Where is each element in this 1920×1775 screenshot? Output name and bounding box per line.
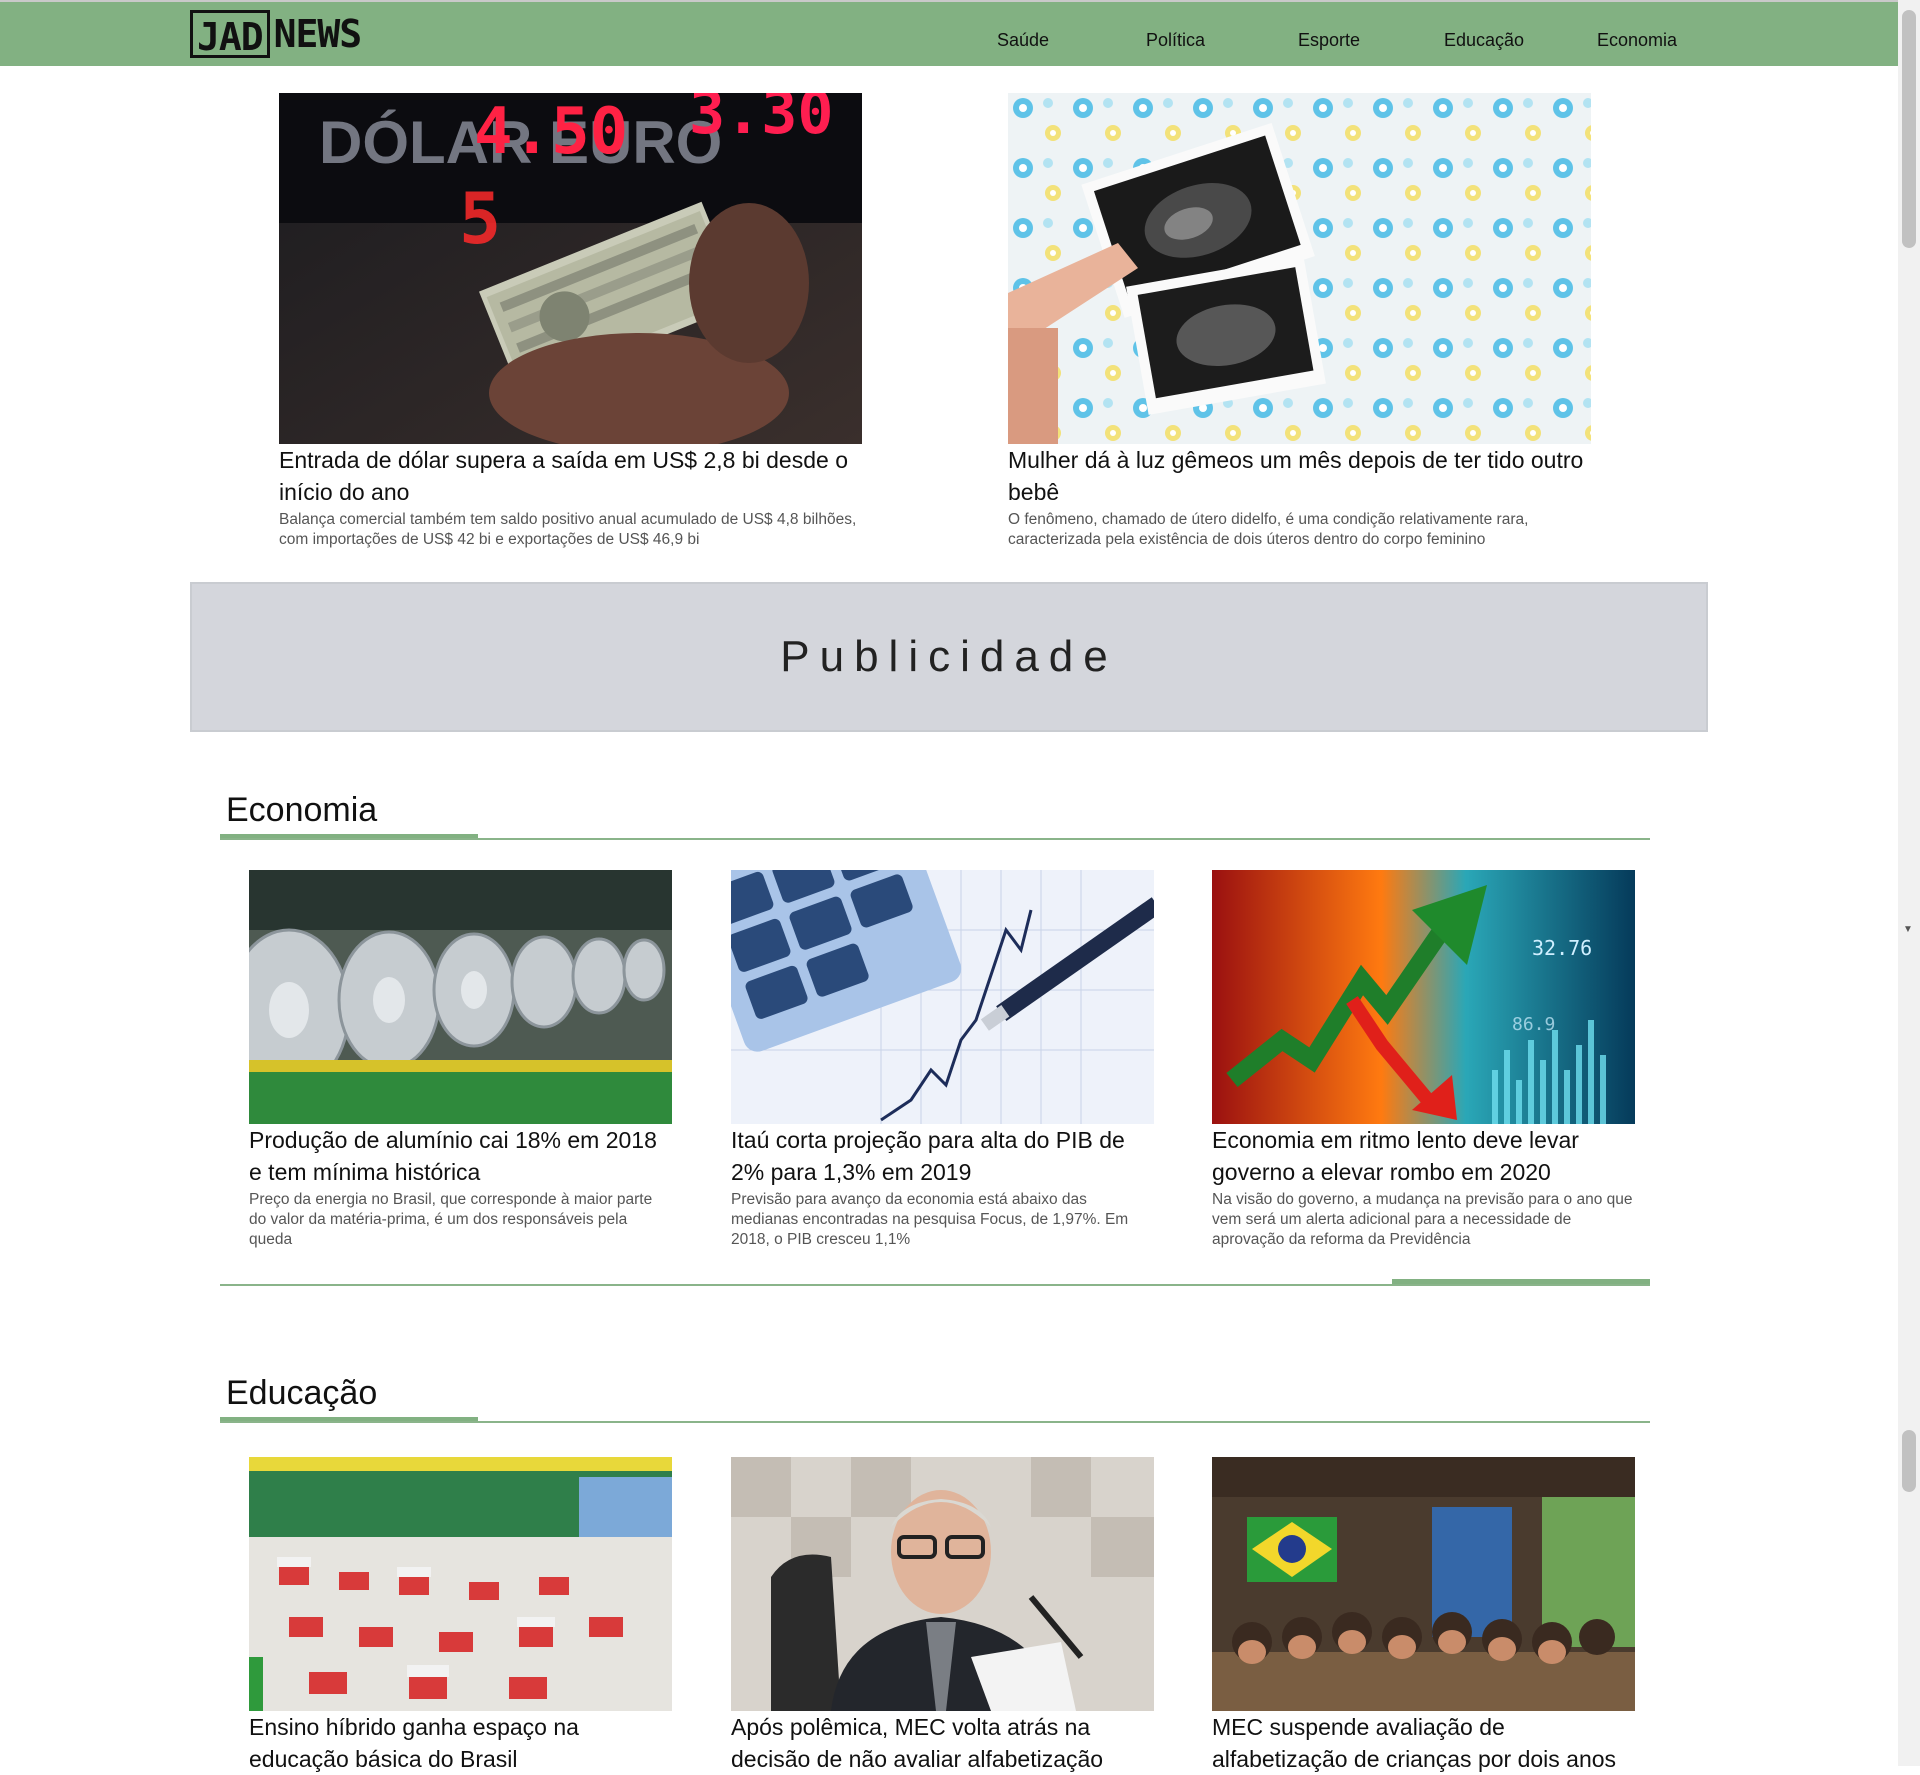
hero-article-dollar[interactable]: DÓLAR EURO 4.50 3.30 5 Entrada de dólar … (279, 93, 862, 550)
section-rule (220, 1421, 1650, 1423)
article-image-aluminium[interactable] (249, 870, 672, 1124)
hero-description: O fenômeno, chamado de útero didelfo, é … (1008, 511, 1529, 548)
hero-description: Balança comercial também tem saldo posit… (279, 511, 857, 548)
classroom-photo (249, 1457, 672, 1711)
stock-chart-photo: 32.76 86.9 (1212, 870, 1635, 1124)
section-heading-economia[interactable]: Economia (226, 791, 377, 830)
section-heading-educacao[interactable]: Educação (226, 1374, 377, 1413)
article-image-stock-chart[interactable]: 32.76 86.9 (1212, 870, 1635, 1124)
article-description: Preço da energia no Brasil, que correspo… (249, 1191, 653, 1248)
ad-label: Publicidade (780, 632, 1118, 681)
article-card[interactable]: Ensino híbrido ganha espaço na educação … (249, 1457, 672, 1775)
section-rule (220, 838, 1650, 840)
article-title[interactable]: Economia em ritmo lento deve levar gover… (1212, 1124, 1635, 1188)
svg-text:86.9: 86.9 (1512, 1014, 1555, 1035)
hero-image-ultrasound[interactable] (1008, 93, 1591, 444)
hero-title[interactable]: Entrada de dólar supera a saída em US$ 2… (279, 444, 862, 508)
nav-link-politica[interactable]: Política (1146, 2, 1205, 68)
minister-photo (731, 1457, 1154, 1711)
advertisement-banner[interactable]: Publicidade (190, 582, 1708, 732)
hero-article-twins[interactable]: Mulher dá à luz gêmeos um mês depois de … (1008, 93, 1591, 550)
svg-text:32.76: 32.76 (1532, 936, 1592, 960)
ultrasound-photo (1008, 93, 1591, 444)
article-title[interactable]: Produção de alumínio cai 18% em 2018 e t… (249, 1124, 672, 1188)
article-description: Previsão para avanço da economia está ab… (731, 1191, 1129, 1248)
dollar-photo: DÓLAR EURO 4.50 3.30 5 (279, 93, 862, 444)
nav-link-economia[interactable]: Economia (1597, 2, 1677, 68)
article-card[interactable]: MEC suspende avaliação de alfabetização … (1212, 1457, 1635, 1775)
svg-text:3.30: 3.30 (689, 93, 834, 148)
article-title[interactable]: MEC suspende avaliação de alfabetização … (1212, 1711, 1635, 1775)
hero-title[interactable]: Mulher dá à luz gêmeos um mês depois de … (1008, 444, 1591, 508)
article-title[interactable]: Após polêmica, MEC volta atrás na decisã… (731, 1711, 1154, 1775)
article-card[interactable]: Produção de alumínio cai 18% em 2018 e t… (249, 870, 672, 1250)
aluminium-photo (249, 870, 672, 1124)
article-card[interactable]: 32.76 86.9 Economia em ritmo lento deve … (1212, 870, 1635, 1250)
svg-text:4.50: 4.50 (474, 95, 628, 169)
nav-link-esporte[interactable]: Esporte (1298, 2, 1360, 68)
scrollbar-thumb[interactable] (1902, 10, 1916, 248)
article-description: Na visão do governo, a mudança na previs… (1212, 1191, 1633, 1248)
top-navbar: JAD NEWS Saúde Política Esporte Educação … (0, 0, 1898, 66)
article-card[interactable]: Após polêmica, MEC volta atrás na decisã… (731, 1457, 1154, 1775)
scrollbar-thumb-secondary[interactable] (1902, 1430, 1916, 1492)
svg-text:5: 5 (459, 178, 501, 260)
article-card[interactable]: Itaú corta projeção para alta do PIB de … (731, 870, 1154, 1250)
article-image-classroom[interactable] (249, 1457, 672, 1711)
section-bottom-accent (1392, 1279, 1650, 1284)
page-scrollbar[interactable]: ▼ (1898, 0, 1920, 1766)
calculator-photo (731, 870, 1154, 1124)
children-photo (1212, 1457, 1635, 1711)
nav-link-educacao[interactable]: Educação (1444, 2, 1524, 68)
hero-image-dollar[interactable]: DÓLAR EURO 4.50 3.30 5 (279, 93, 862, 444)
main-nav: Saúde Política Esporte Educação Economia (0, 2, 1898, 68)
section-rule-bottom (220, 1284, 1650, 1286)
article-title[interactable]: Ensino híbrido ganha espaço na educação … (249, 1711, 672, 1775)
article-image-children[interactable] (1212, 1457, 1635, 1711)
scroll-down-arrow-icon[interactable]: ▼ (1903, 924, 1913, 935)
nav-link-saude[interactable]: Saúde (997, 2, 1049, 68)
article-image-minister[interactable] (731, 1457, 1154, 1711)
article-title[interactable]: Itaú corta projeção para alta do PIB de … (731, 1124, 1154, 1188)
article-image-calculator[interactable] (731, 870, 1154, 1124)
